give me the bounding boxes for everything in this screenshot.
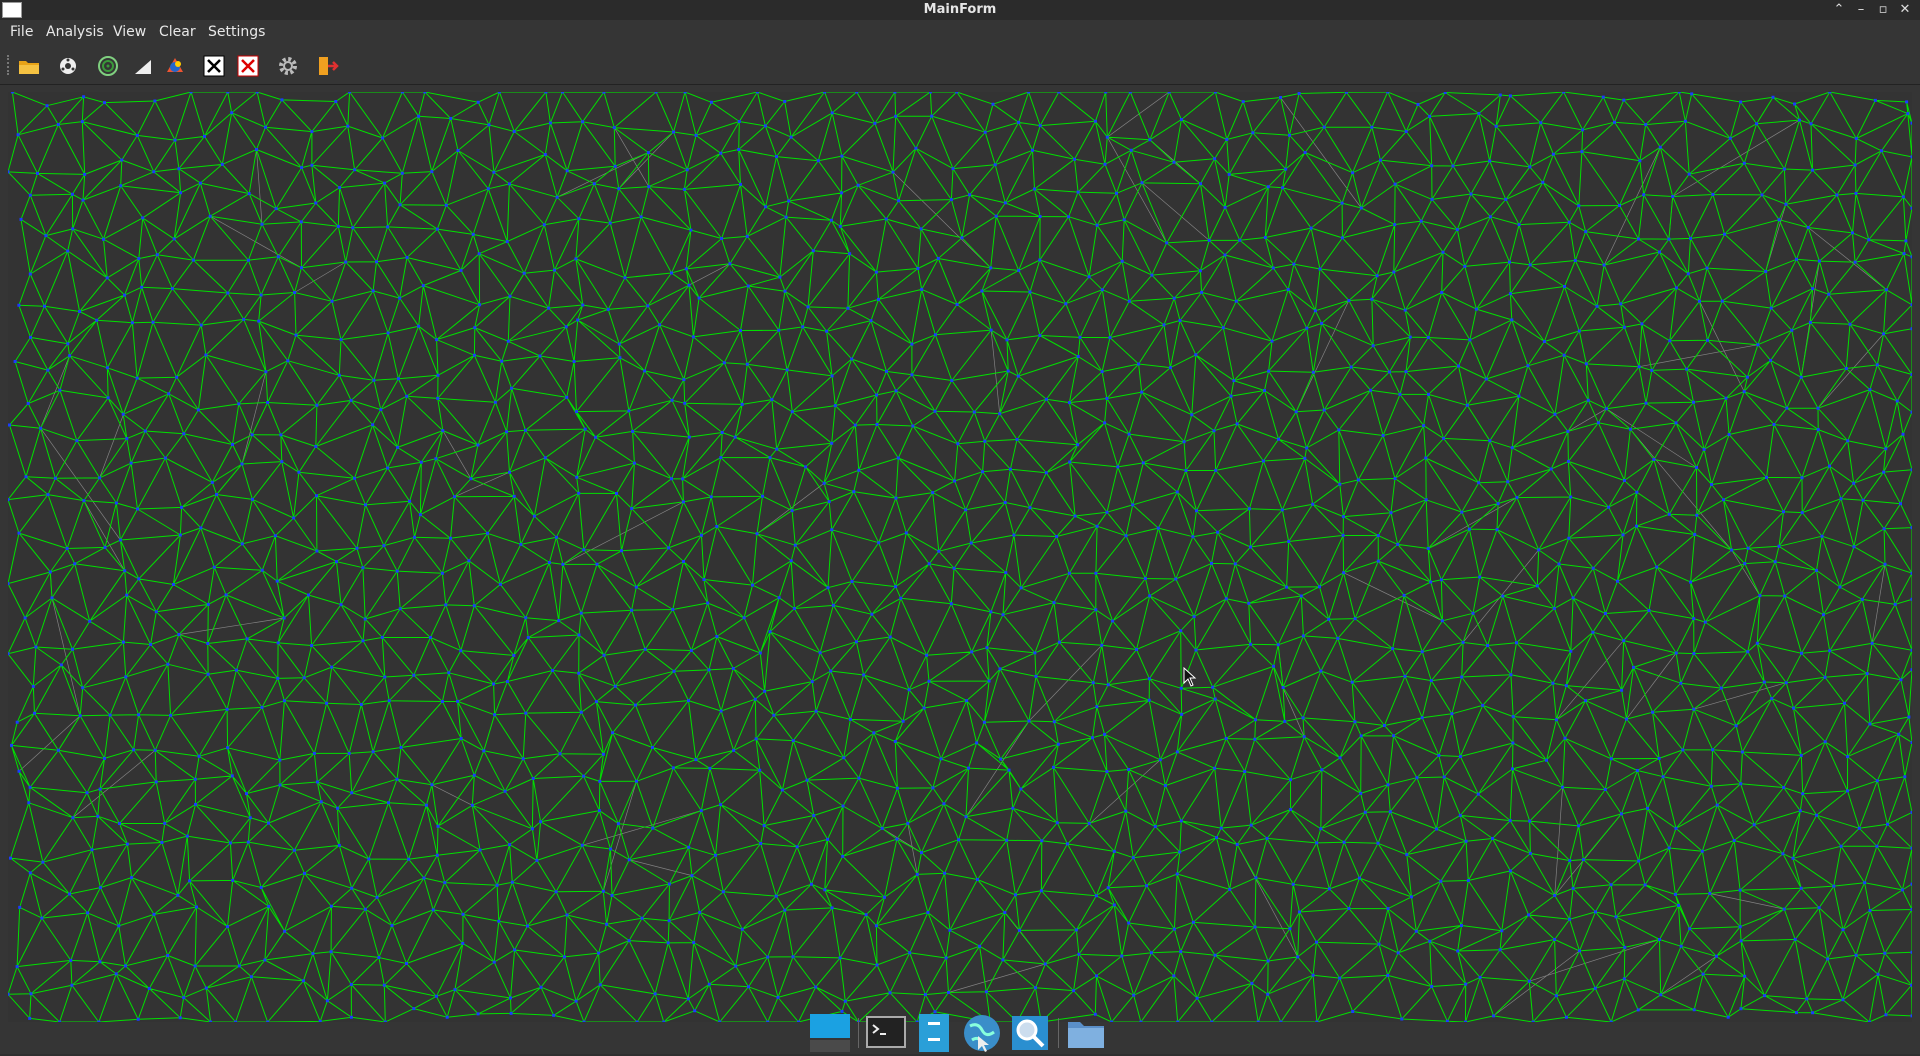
menu-view[interactable]: View [113,24,146,40]
browser-icon[interactable] [962,1014,1002,1052]
maximize-button[interactable]: ▫ [1874,1,1892,19]
triangle-icon[interactable] [131,54,155,78]
toolbar [0,46,1920,85]
toolbar-grip[interactable] [7,55,12,75]
mouse-cursor-icon [1183,666,1197,691]
main-window: MainForm ⌃ – ▫ ✕ File Analysis View Clea… [0,0,1920,1054]
taskbar-separator [858,1018,859,1048]
gear-icon[interactable] [276,54,300,78]
menu-analysis[interactable]: Analysis [46,24,104,40]
search-icon[interactable] [1010,1014,1050,1052]
terminal-icon[interactable] [866,1014,906,1052]
menu-clear[interactable]: Clear [159,24,196,40]
color-wheel-icon[interactable] [163,54,187,78]
minimize-button[interactable]: – [1852,1,1870,19]
folder-icon[interactable] [1066,1014,1106,1052]
exit-icon[interactable] [316,54,340,78]
taskbar [806,1008,1112,1054]
delaunay-mesh [8,92,1912,1022]
menu-settings[interactable]: Settings [208,24,265,40]
desktop-icon[interactable] [810,1014,850,1052]
open-folder-icon[interactable] [17,54,41,78]
mesh-edges [8,92,1912,1022]
spiral-icon[interactable] [96,54,120,78]
restore-button[interactable]: ⌃ [1830,1,1848,19]
point-cloud-icon[interactable] [56,54,80,78]
file-manager-icon[interactable] [914,1014,954,1052]
mesh-edge-path [8,92,1912,1022]
clear-black-icon[interactable] [202,54,226,78]
title-bar: MainForm ⌃ – ▫ ✕ [0,0,1920,20]
clear-red-icon[interactable] [236,54,260,78]
triangulation-canvas[interactable] [8,92,1912,1022]
close-button[interactable]: ✕ [1896,1,1914,19]
menu-file[interactable]: File [10,24,33,40]
window-title: MainForm [923,2,997,17]
taskbar-separator [1058,1018,1059,1048]
menu-bar: File Analysis View Clear Settings [0,20,1920,46]
